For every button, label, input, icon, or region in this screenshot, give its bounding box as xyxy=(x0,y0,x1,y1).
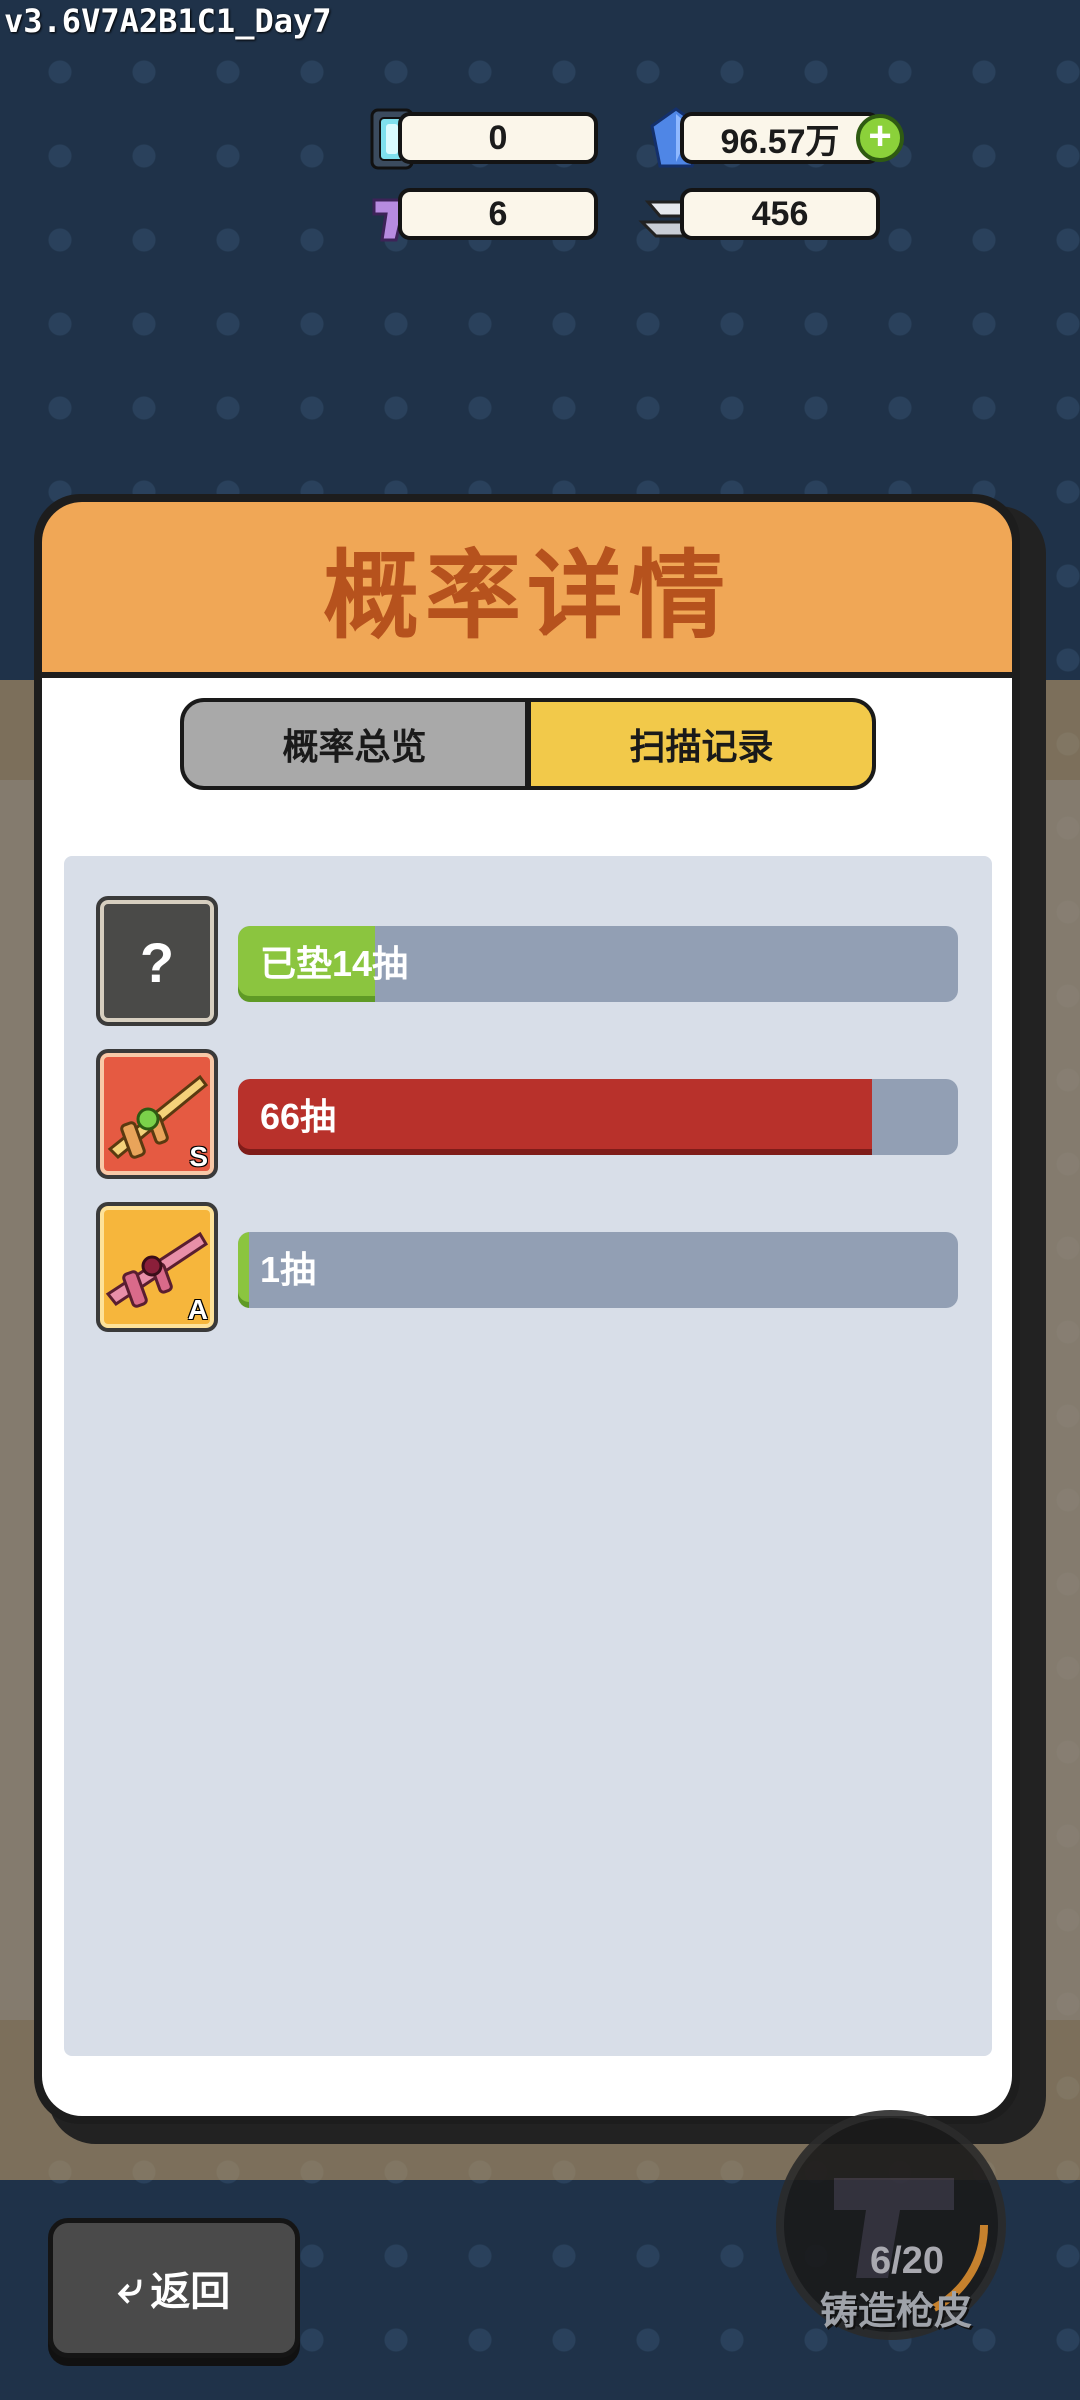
version-label: v3.6V7A2B1C1_Day7 xyxy=(4,2,332,40)
progress-bar: 66抽 xyxy=(238,1079,958,1155)
progress-fill xyxy=(238,1232,249,1308)
progress-bar: 已垫14抽 xyxy=(238,926,958,1002)
gem-counter: 96.57万 xyxy=(680,112,880,164)
silver-count: 456 xyxy=(751,194,809,233)
modal-header: 概率详情 xyxy=(42,502,1012,672)
progress-label: 已垫14抽 xyxy=(260,943,409,984)
tab-scan-record[interactable]: 扫描记录 xyxy=(531,702,872,786)
silver-counter: 456 xyxy=(680,188,880,240)
chip-counter: 0 xyxy=(398,112,598,164)
plus-icon: + xyxy=(868,114,892,158)
modal-body: 概率总览 扫描记录 ? 已垫14抽 S 66抽 A 1抽 xyxy=(42,678,1012,2116)
grade-badge: A xyxy=(187,1294,208,1325)
back-button-label: 返回 xyxy=(150,2270,231,2314)
gem-count: 96.57万 xyxy=(720,122,840,161)
chip-count: 0 xyxy=(488,118,508,157)
pistol-count: 6 xyxy=(488,194,508,233)
mystery-box-icon: ? xyxy=(96,896,218,1026)
tab-bar: 概率总览 扫描记录 xyxy=(180,698,876,790)
forge-skin-label: 铸造枪皮 xyxy=(819,2291,972,2333)
question-mark: ? xyxy=(139,931,175,994)
progress-label: 1抽 xyxy=(260,1249,317,1290)
progress-label: 66抽 xyxy=(260,1096,337,1137)
list-item: S 66抽 xyxy=(64,1049,992,1179)
list-item: ? 已垫14抽 xyxy=(64,896,992,1026)
list-item: A 1抽 xyxy=(64,1202,992,1332)
pistol-counter: 6 xyxy=(398,188,598,240)
golden-rifle-s-icon: S xyxy=(96,1049,218,1179)
progress-bar: 1抽 xyxy=(238,1232,958,1308)
add-gems-button[interactable]: + xyxy=(856,114,904,162)
forge-progress: 6/20 xyxy=(870,2240,944,2282)
tab-probability-overview[interactable]: 概率总览 xyxy=(184,702,525,786)
probability-details-modal: 概率详情 概率总览 扫描记录 ? 已垫14抽 S 66抽 A 1抽 xyxy=(34,494,1020,2124)
modal-title: 概率详情 xyxy=(323,542,731,650)
pink-rifle-a-icon: A xyxy=(96,1202,218,1332)
grade-badge: S xyxy=(189,1141,208,1172)
back-button[interactable]: ⤶ 返回 xyxy=(48,2218,300,2358)
undo-arrow-icon: ⤶ xyxy=(117,2263,143,2312)
scan-record-list: ? 已垫14抽 S 66抽 A 1抽 xyxy=(64,856,992,2056)
